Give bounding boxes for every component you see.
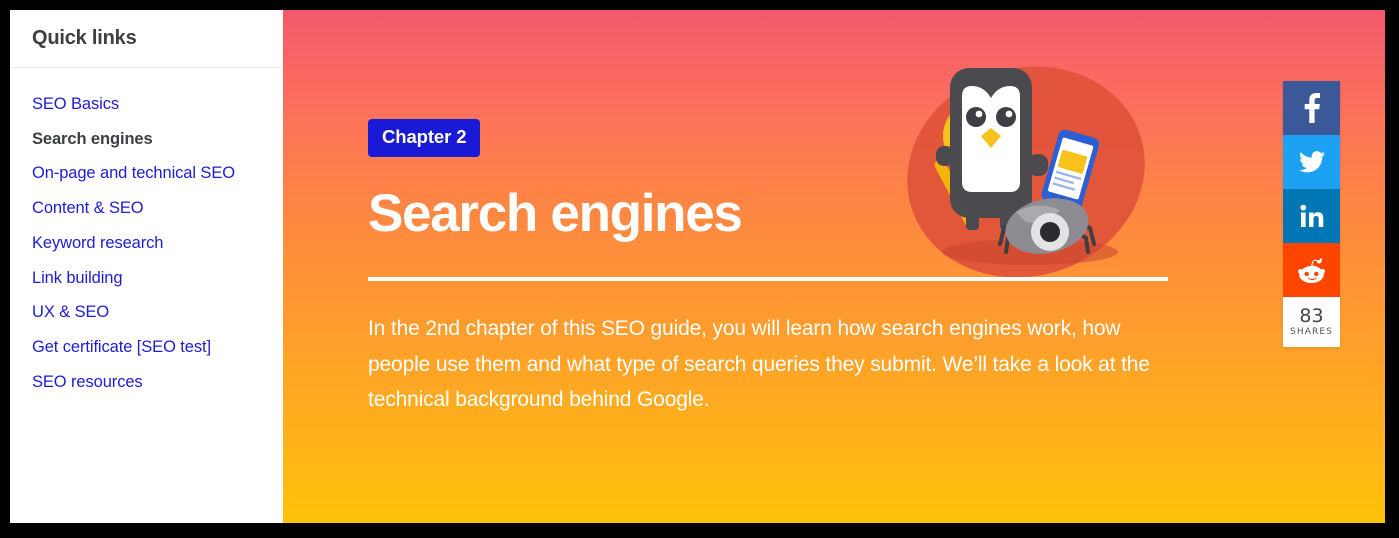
share-count-label: SHARES — [1290, 327, 1333, 337]
sidebar-item-content-and-seo[interactable]: Content & SEO — [32, 191, 283, 226]
title-divider — [368, 277, 1168, 282]
share-twitter-button[interactable] — [1283, 135, 1340, 189]
list-item: SEO Basics — [32, 87, 283, 122]
sidebar-item-on-page-and-technical-seo[interactable]: On-page and technical SEO — [32, 156, 283, 191]
sidebar-item-get-certificate[interactable]: Get certificate [SEO test] — [32, 330, 283, 365]
hero-content: Chapter 2 Search engines In the 2nd chap… — [368, 10, 1178, 418]
sidebar-title: Quick links — [32, 27, 137, 49]
share-count-box: 83 SHARES — [1283, 297, 1340, 347]
linkedin-icon — [1299, 204, 1323, 227]
list-item: Get certificate [SEO test] — [32, 330, 283, 365]
quick-links-sidebar: Quick links SEO Basics Search engines On… — [10, 10, 283, 523]
share-facebook-button[interactable] — [1283, 81, 1340, 135]
page-title: Search engines — [368, 183, 743, 243]
reddit-icon — [1298, 257, 1325, 283]
chapter-badge: Chapter 2 — [368, 119, 481, 157]
list-item: Content & SEO — [32, 191, 283, 226]
sidebar-header: Quick links — [10, 10, 283, 68]
share-linkedin-button[interactable] — [1283, 189, 1340, 243]
sidebar-link-list: SEO Basics Search engines On-page and te… — [10, 68, 283, 399]
page-frame: Quick links SEO Basics Search engines On… — [10, 10, 1385, 523]
sidebar-item-ux-and-seo[interactable]: UX & SEO — [32, 295, 283, 330]
sidebar-item-seo-basics[interactable]: SEO Basics — [32, 87, 283, 122]
list-item: Link building — [32, 261, 283, 296]
share-count-number: 83 — [1299, 305, 1324, 327]
sidebar-item-seo-resources[interactable]: SEO resources — [32, 365, 283, 400]
social-share-rail: 83 SHARES — [1283, 81, 1340, 347]
sidebar-item-search-engines[interactable]: Search engines — [32, 122, 283, 157]
list-item: UX & SEO — [32, 295, 283, 330]
hero-description: In the 2nd chapter of this SEO guide, yo… — [368, 317, 1150, 412]
list-item: SEO resources — [32, 365, 283, 400]
facebook-icon — [1304, 93, 1320, 123]
twitter-icon — [1298, 151, 1325, 173]
sidebar-item-keyword-research[interactable]: Keyword research — [32, 226, 283, 261]
list-item: Search engines — [32, 122, 283, 157]
list-item: Keyword research — [32, 226, 283, 261]
share-reddit-button[interactable] — [1283, 243, 1340, 297]
list-item: On-page and technical SEO — [32, 156, 283, 191]
sidebar-item-link-building[interactable]: Link building — [32, 261, 283, 296]
